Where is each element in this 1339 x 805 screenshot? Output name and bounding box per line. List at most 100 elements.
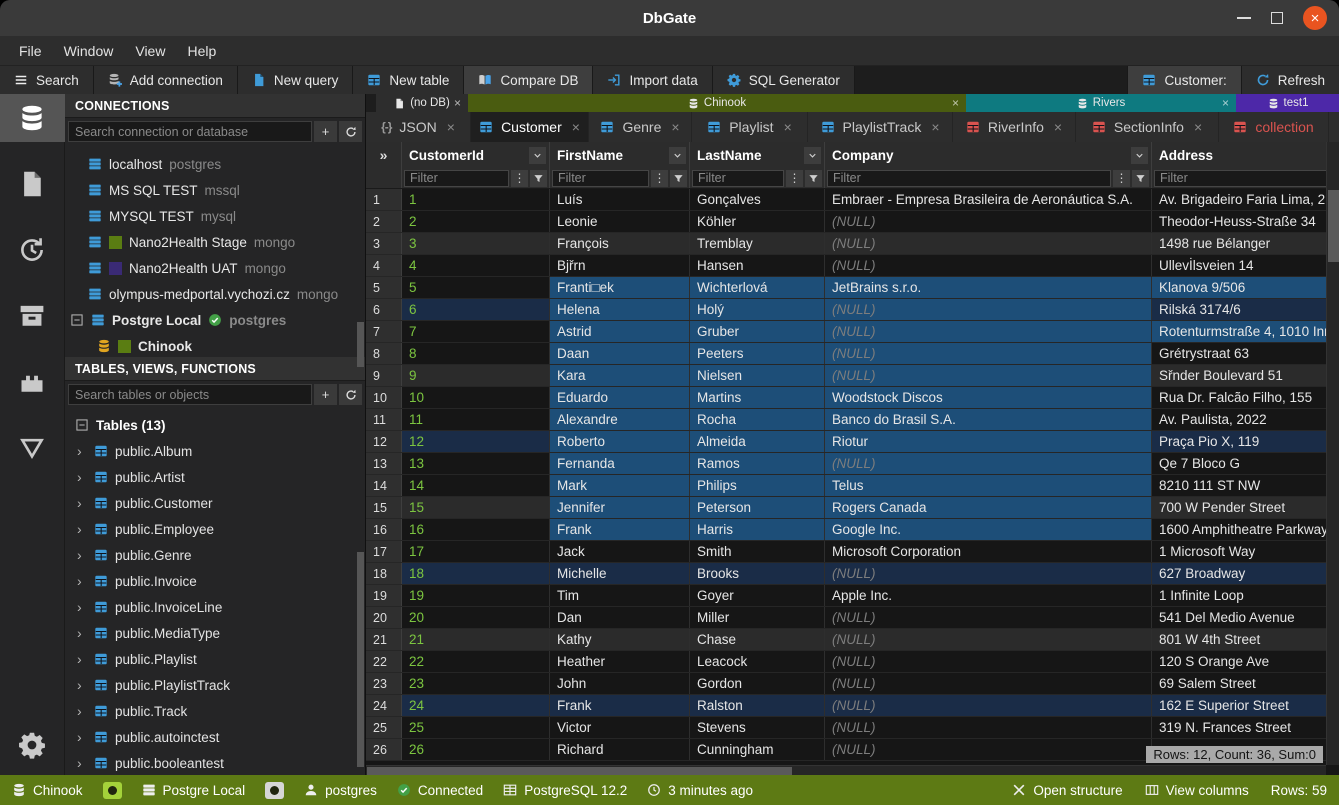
- cell-customerid[interactable]: 7: [402, 321, 550, 342]
- cell-company[interactable]: Embraer - Empresa Brasileira de Aeronáut…: [825, 189, 1152, 210]
- cell-address[interactable]: 700 W Pender Street: [1152, 497, 1339, 518]
- table-row[interactable]: 2424FrankRalston(NULL)162 E Superior Str…: [366, 695, 1339, 717]
- cell-address[interactable]: 541 Del Medio Avenue: [1152, 607, 1339, 628]
- rail-item-database[interactable]: [0, 94, 65, 142]
- tab-collection[interactable]: collection: [1219, 112, 1329, 142]
- menu-item-window[interactable]: Window: [53, 40, 125, 62]
- cell-address[interactable]: Av. Brigadeiro Faria Lima, 2170: [1152, 189, 1339, 210]
- toolbar-button-search[interactable]: Search: [0, 66, 94, 94]
- menu-item-view[interactable]: View: [124, 40, 176, 62]
- connection-item-localhost[interactable]: localhostpostgres: [65, 151, 365, 177]
- cell-firstname[interactable]: Heather: [550, 651, 690, 672]
- table-row[interactable]: 2222HeatherLeacock(NULL)120 S Orange Ave: [366, 651, 1339, 673]
- cell-company[interactable]: Banco do Brasil S.A.: [825, 409, 1152, 430]
- menu-item-help[interactable]: Help: [176, 40, 227, 62]
- rail-item-history[interactable]: [0, 226, 65, 274]
- cell-company[interactable]: (NULL): [825, 299, 1152, 320]
- cell-customerid[interactable]: 22: [402, 651, 550, 672]
- cell-company[interactable]: Riotur: [825, 431, 1152, 452]
- cell-lastname[interactable]: Brooks: [690, 563, 825, 584]
- cell-lastname[interactable]: Tremblay: [690, 233, 825, 254]
- cell-firstname[interactable]: Michelle: [550, 563, 690, 584]
- grid-vertical-scrollbar-thumb[interactable]: [1328, 190, 1339, 262]
- connection-item-olympus-medportal-vychozi-cz[interactable]: olympus-medportal.vychozi.czmongo: [65, 281, 365, 307]
- cell-lastname[interactable]: Almeida: [690, 431, 825, 452]
- cell-firstname[interactable]: Jennifer: [550, 497, 690, 518]
- column-header-firstname[interactable]: FirstName: [550, 142, 690, 168]
- close-icon[interactable]: ×: [784, 119, 792, 135]
- filter-menu-icon[interactable]: ⋮: [511, 170, 528, 187]
- cell-lastname[interactable]: Rocha: [690, 409, 825, 430]
- cell-customerid[interactable]: 19: [402, 585, 550, 606]
- cell-customerid[interactable]: 18: [402, 563, 550, 584]
- cell-lastname[interactable]: Stevens: [690, 717, 825, 738]
- cell-firstname[interactable]: Luís: [550, 189, 690, 210]
- menu-item-file[interactable]: File: [8, 40, 53, 62]
- cell-firstname[interactable]: Alexandre: [550, 409, 690, 430]
- toolbar-button-new-table[interactable]: New table: [353, 66, 464, 94]
- cell-firstname[interactable]: Daan: [550, 343, 690, 364]
- table-row[interactable]: 1717JackSmithMicrosoft Corporation1 Micr…: [366, 541, 1339, 563]
- expand-all-column-header[interactable]: »: [366, 142, 402, 168]
- cell-lastname[interactable]: Leacock: [690, 651, 825, 672]
- filter-funnel-icon[interactable]: [1132, 170, 1149, 187]
- table-row[interactable]: 22LeonieKöhler(NULL)Theodor-Heuss-Straße…: [366, 211, 1339, 233]
- table-row[interactable]: 44BjřrnHansen(NULL)Ullevİlsveien 14: [366, 255, 1339, 277]
- cell-customerid[interactable]: 3: [402, 233, 550, 254]
- tab-riverinfo[interactable]: RiverInfo×: [953, 112, 1076, 142]
- cell-company[interactable]: (NULL): [825, 365, 1152, 386]
- cell-address[interactable]: Rotenturmstraße 4, 1010 Innere Stadt: [1152, 321, 1339, 342]
- cell-firstname[interactable]: Dan: [550, 607, 690, 628]
- cell-lastname[interactable]: Nielsen: [690, 365, 825, 386]
- cell-address[interactable]: 1498 rue Bélanger: [1152, 233, 1339, 254]
- tab-genre[interactable]: Genre×: [589, 112, 692, 142]
- cell-lastname[interactable]: Hansen: [690, 255, 825, 276]
- cell-address[interactable]: 1 Infinite Loop: [1152, 585, 1339, 606]
- close-icon[interactable]: ×: [1054, 119, 1062, 135]
- cell-address[interactable]: 120 S Orange Ave: [1152, 651, 1339, 672]
- cell-lastname[interactable]: Smith: [690, 541, 825, 562]
- tables-search-input[interactable]: [68, 384, 312, 405]
- cell-customerid[interactable]: 11: [402, 409, 550, 430]
- cell-lastname[interactable]: Harris: [690, 519, 825, 540]
- cell-address[interactable]: Rilská 3174/6: [1152, 299, 1339, 320]
- expand-minus-icon[interactable]: [75, 418, 89, 432]
- cell-company[interactable]: (NULL): [825, 607, 1152, 628]
- cell-customerid[interactable]: 17: [402, 541, 550, 562]
- cell-customerid[interactable]: 13: [402, 453, 550, 474]
- cell-company[interactable]: JetBrains s.r.o.: [825, 277, 1152, 298]
- cell-lastname[interactable]: Köhler: [690, 211, 825, 232]
- cell-address[interactable]: Grétrystraat 63: [1152, 343, 1339, 364]
- cell-address[interactable]: 8210 111 ST NW: [1152, 475, 1339, 496]
- cell-customerid[interactable]: 6: [402, 299, 550, 320]
- cell-firstname[interactable]: Eduardo: [550, 387, 690, 408]
- cell-firstname[interactable]: Leonie: [550, 211, 690, 232]
- cell-company[interactable]: (NULL): [825, 673, 1152, 694]
- cell-firstname[interactable]: Fernanda: [550, 453, 690, 474]
- cell-firstname[interactable]: Frank: [550, 519, 690, 540]
- rail-item-settings[interactable]: [0, 721, 65, 769]
- cell-lastname[interactable]: Gordon: [690, 673, 825, 694]
- cell-customerid[interactable]: 26: [402, 739, 550, 760]
- table-row[interactable]: 1919TimGoyerApple Inc.1 Infinite Loop: [366, 585, 1339, 607]
- cell-address[interactable]: Praça Pio X, 119: [1152, 431, 1339, 452]
- cell-firstname[interactable]: Frank: [550, 695, 690, 716]
- cell-firstname[interactable]: Richard: [550, 739, 690, 760]
- table-item-public-track[interactable]: ›public.Track: [65, 698, 365, 724]
- cell-firstname[interactable]: Helena: [550, 299, 690, 320]
- table-item-public-customer[interactable]: ›public.Customer: [65, 490, 365, 516]
- table-row[interactable]: 1515JenniferPetersonRogers Canada700 W P…: [366, 497, 1339, 519]
- table-row[interactable]: 1313FernandaRamos(NULL)Qe 7 Bloco G: [366, 453, 1339, 475]
- cell-customerid[interactable]: 16: [402, 519, 550, 540]
- cell-firstname[interactable]: Jack: [550, 541, 690, 562]
- table-item-public-playlist[interactable]: ›public.Playlist: [65, 646, 365, 672]
- close-icon[interactable]: ×: [454, 96, 461, 110]
- table-row[interactable]: 88DaanPeeters(NULL)Grétrystraat 63: [366, 343, 1339, 365]
- cell-lastname[interactable]: Goyer: [690, 585, 825, 606]
- cell-company[interactable]: Microsoft Corporation: [825, 541, 1152, 562]
- table-item-public-album[interactable]: ›public.Album: [65, 438, 365, 464]
- tables-scrollbar[interactable]: [357, 552, 364, 767]
- cell-company[interactable]: (NULL): [825, 255, 1152, 276]
- cell-firstname[interactable]: Bjřrn: [550, 255, 690, 276]
- cell-firstname[interactable]: Roberto: [550, 431, 690, 452]
